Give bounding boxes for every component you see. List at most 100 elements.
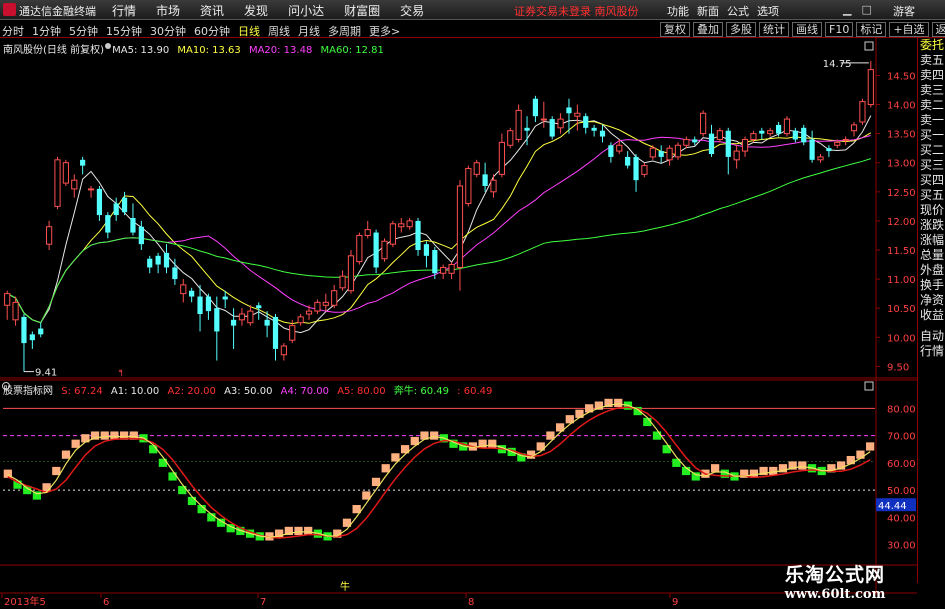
candle-body-up	[465, 168, 472, 204]
side-panel-item-6[interactable]: 买一	[918, 128, 945, 143]
side-panel-item-2[interactable]: 卖四	[918, 68, 945, 83]
candle-body-up	[700, 112, 707, 135]
indicator-block	[61, 450, 71, 459]
indicator-tick-label: 30.00	[887, 541, 916, 552]
side-panel-item-1[interactable]: 卖五	[918, 53, 945, 68]
indicator-block	[652, 431, 662, 440]
price-tick-label: 9.50	[887, 362, 909, 373]
side-panel-item-13[interactable]: 涨幅	[918, 233, 945, 248]
candle-body-up	[557, 118, 564, 129]
candle-body-down	[725, 130, 731, 157]
candle-body-down	[172, 267, 178, 280]
ma20-label: MA20: 13.48	[248, 45, 313, 56]
indicator-block	[846, 455, 855, 465]
candle-body-up	[314, 301, 321, 312]
candle-body-up	[331, 290, 338, 306]
candle-body-down	[759, 130, 765, 134]
indicator-block	[430, 431, 439, 440]
indicator-block	[42, 483, 51, 492]
side-panel-item-8[interactable]: 买三	[918, 158, 945, 173]
price-tick-label: 11.50	[887, 246, 916, 257]
indicator-block	[866, 442, 875, 451]
side-panel-item-10[interactable]: 买五	[918, 188, 945, 203]
grid-lines	[0, 38, 917, 595]
side-panel-item-17[interactable]: 净资	[918, 293, 945, 308]
candle-body-up	[859, 101, 866, 123]
candle-body-up	[716, 130, 723, 140]
candle-body-up	[767, 130, 774, 135]
candle-body-up	[305, 310, 313, 315]
price-tick-label: 13.50	[887, 130, 916, 141]
candle-body-up	[280, 345, 287, 356]
side-panel-item-0[interactable]: 委托	[918, 38, 945, 53]
x-axis-label: 7	[260, 597, 266, 608]
candle-body-down	[658, 151, 664, 157]
candle-body-up	[507, 130, 514, 146]
chart-area[interactable]: 14.50 14.00 13.50 13.00 12.50 12.00 11.50 11.00…	[0, 0, 917, 609]
side-panel-item-11[interactable]: 现价	[918, 203, 945, 218]
side-panel-item-7[interactable]: 买二	[918, 143, 945, 158]
side-panel-item-3[interactable]: 卖三	[918, 83, 945, 98]
candle-body-down	[532, 98, 539, 117]
candle-body-up	[683, 138, 690, 146]
indicator-block	[71, 439, 80, 448]
side-panel-item-9[interactable]: 买四	[918, 173, 945, 188]
candle-body-down	[792, 130, 798, 140]
candle-body-up	[440, 266, 447, 274]
low-price-label: 9.41	[35, 368, 57, 379]
watermark-url: www.60lt.com	[784, 587, 886, 602]
candle-body-up	[406, 220, 413, 228]
bull-signal-label: 牛	[340, 580, 350, 593]
candle-body-down	[423, 244, 430, 256]
candle-body-down	[608, 145, 614, 157]
side-panel-item-4[interactable]: 卖二	[918, 98, 945, 113]
y-axis-labels: 14.50 14.00 13.50 13.00 12.50 12.00 11.50 11.00…	[876, 71, 916, 552]
candle-body-down	[96, 188, 103, 216]
indicator-a5-value: A5: 80.00	[337, 386, 386, 397]
side-panel-item-16[interactable]: 换手	[918, 278, 945, 293]
candle-body-down	[230, 319, 237, 326]
current-indicator-value: 44.44	[878, 501, 907, 512]
candle-body-up	[834, 141, 841, 146]
candle-body-up	[180, 284, 187, 295]
candle-body-down	[625, 156, 631, 166]
event-marker-icon: ╕	[118, 367, 124, 377]
side-panel-item-19[interactable]: 自动	[918, 329, 945, 344]
tool-button-8[interactable]: 返回	[931, 22, 945, 37]
candle-body-up	[574, 112, 581, 117]
candle-body-up	[674, 144, 682, 158]
candle-body-up	[498, 141, 505, 175]
candle-body-up	[289, 325, 296, 341]
candle-body-up	[247, 310, 254, 324]
side-panel-item-20[interactable]: 行情	[918, 344, 945, 359]
ma5-line	[6, 115, 872, 334]
x-axis-labels: 2013年5 6 7 8 9	[1, 593, 678, 608]
candle-body-down	[591, 127, 597, 131]
side-panel-item-18[interactable]: 收益	[918, 308, 945, 323]
candle-body-down	[121, 197, 128, 213]
indicator-block	[158, 458, 167, 467]
candle-body-up	[540, 118, 547, 121]
candle-body-up	[381, 240, 388, 260]
side-panel-item-15[interactable]: 外盘	[918, 263, 945, 278]
price-tick-label: 10.50	[887, 304, 916, 315]
indicator-block	[168, 472, 177, 481]
candle-body-up	[817, 156, 824, 161]
candle-body-up	[473, 162, 480, 175]
indicator-s-value: S: 67.24	[61, 386, 103, 397]
price-tick-label: 10.00	[887, 333, 916, 344]
candle-body-up	[448, 264, 455, 274]
side-panel-item-5[interactable]: 卖一	[918, 113, 945, 128]
price-tick-label: 12.50	[887, 188, 916, 199]
x-axis-label: 6	[103, 597, 109, 608]
side-panel-item-14[interactable]: 总量	[918, 248, 945, 263]
candle-body-up	[356, 234, 363, 263]
indicator-a3-value: A3: 50.00	[224, 386, 273, 397]
side-panel-item-12[interactable]: 涨跌	[918, 218, 945, 233]
price-tick-label: 12.00	[887, 217, 916, 228]
candle-body-down	[21, 316, 27, 344]
watermark: 乐淘公式网 www.60lt.com	[760, 560, 910, 606]
candle-body-down	[256, 305, 262, 309]
candle-body-down	[105, 215, 111, 233]
candle-body-down	[38, 328, 44, 335]
